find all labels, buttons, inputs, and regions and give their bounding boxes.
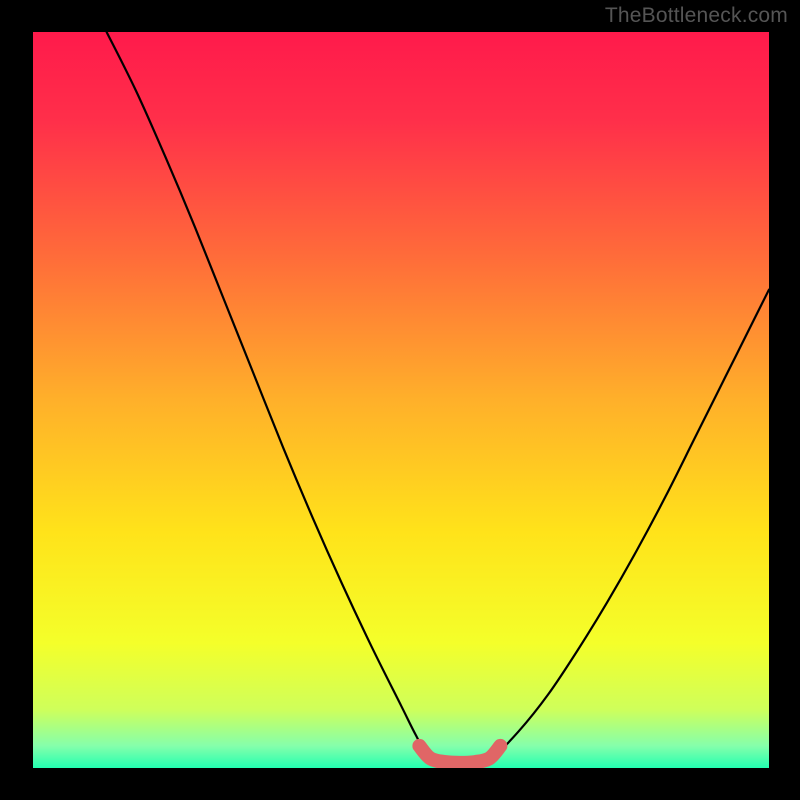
bottleneck-chart (0, 0, 800, 800)
watermark-text: TheBottleneck.com (605, 4, 788, 28)
chart-stage: TheBottleneck.com (0, 0, 800, 800)
gradient-background (33, 32, 769, 768)
